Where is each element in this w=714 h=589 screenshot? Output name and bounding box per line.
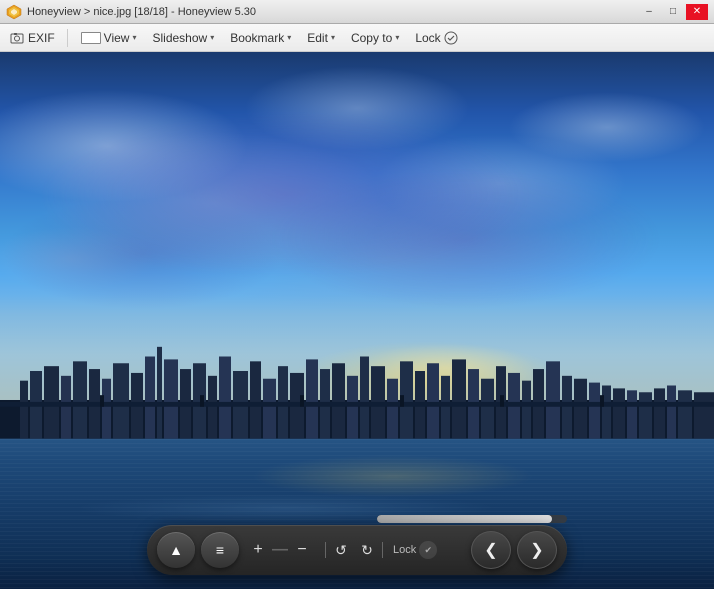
menu-button[interactable]: ≡ <box>201 532 239 568</box>
next-button[interactable]: ❯ <box>517 531 557 569</box>
view-label: View <box>104 31 130 45</box>
lock-check-button[interactable]: ✔ <box>419 541 437 559</box>
bookmark-menu[interactable]: Bookmark ▾ <box>223 28 298 48</box>
lock-control[interactable]: Lock ✔ <box>387 541 443 559</box>
minimize-button[interactable]: – <box>638 4 660 20</box>
title-bar: Honeyview > nice.jpg [18/18] - Honeyview… <box>0 0 714 24</box>
zoom-out-button[interactable]: − <box>291 541 313 559</box>
slideshow-label: Slideshow <box>152 31 207 45</box>
seek-bar-fill <box>377 515 552 523</box>
controls-divider <box>325 542 326 558</box>
controls-row: ▲ ≡ + — − ↺ ↻ Lock ✔ <box>147 525 567 575</box>
exif-label: EXIF <box>28 31 55 45</box>
lock-label: Lock <box>415 31 440 45</box>
slideshow-menu[interactable]: Slideshow ▾ <box>145 28 221 48</box>
copy-arrow: ▾ <box>395 33 399 42</box>
next-icon: ❯ <box>530 540 543 560</box>
menu-icon: ≡ <box>216 542 224 558</box>
eject-button[interactable]: ▲ <box>157 532 195 568</box>
lock-text: Lock <box>393 544 416 556</box>
copy-menu[interactable]: Copy to ▾ <box>344 28 406 48</box>
image-viewer: ▲ ≡ + — − ↺ ↻ Lock ✔ <box>0 52 714 589</box>
seek-bar[interactable] <box>377 515 567 523</box>
title-text: Honeyview > nice.jpg [18/18] - Honeyview… <box>27 6 256 18</box>
prev-button[interactable]: ❮ <box>471 531 511 569</box>
edit-label: Edit <box>307 31 328 45</box>
rotate-cw-button[interactable]: ↻ <box>356 542 378 559</box>
bookmark-arrow: ▾ <box>287 33 291 42</box>
bookmark-label: Bookmark <box>230 31 284 45</box>
zoom-in-button[interactable]: + <box>247 541 269 559</box>
lock-check-symbol: ✔ <box>424 545 432 556</box>
controls-divider-2 <box>382 542 383 558</box>
view-arrow: ▾ <box>132 33 136 42</box>
rotate-ccw-button[interactable]: ↺ <box>330 542 352 559</box>
slideshow-arrow: ▾ <box>210 33 214 42</box>
edit-menu[interactable]: Edit ▾ <box>300 28 342 48</box>
zoom-controls: + — − <box>247 541 313 559</box>
prev-icon: ❮ <box>484 540 497 560</box>
menu-bar: EXIF View ▾ Slideshow ▾ Bookmark ▾ Edit … <box>0 24 714 52</box>
eject-icon: ▲ <box>169 542 183 558</box>
maximize-button[interactable]: □ <box>662 4 684 20</box>
view-icon <box>81 32 101 44</box>
lock-menu[interactable]: Lock <box>408 28 464 48</box>
rotate-controls: ↺ ↻ <box>330 542 378 559</box>
app-icon <box>6 4 22 20</box>
exif-button[interactable]: EXIF <box>4 29 61 47</box>
copy-label: Copy to <box>351 31 392 45</box>
close-button[interactable]: ✕ <box>686 4 708 20</box>
view-menu[interactable]: View ▾ <box>74 28 144 48</box>
edit-arrow: ▾ <box>331 33 335 42</box>
zoom-divider: — <box>272 541 288 559</box>
title-bar-left: Honeyview > nice.jpg [18/18] - Honeyview… <box>6 4 256 20</box>
title-controls: – □ ✕ <box>638 4 708 20</box>
menu-divider-1 <box>67 29 68 47</box>
lock-check-icon <box>444 31 458 45</box>
bottom-toolbar: ▲ ≡ + — − ↺ ↻ Lock ✔ <box>147 515 567 575</box>
skyline-layer <box>0 342 714 439</box>
camera-icon <box>10 31 24 45</box>
